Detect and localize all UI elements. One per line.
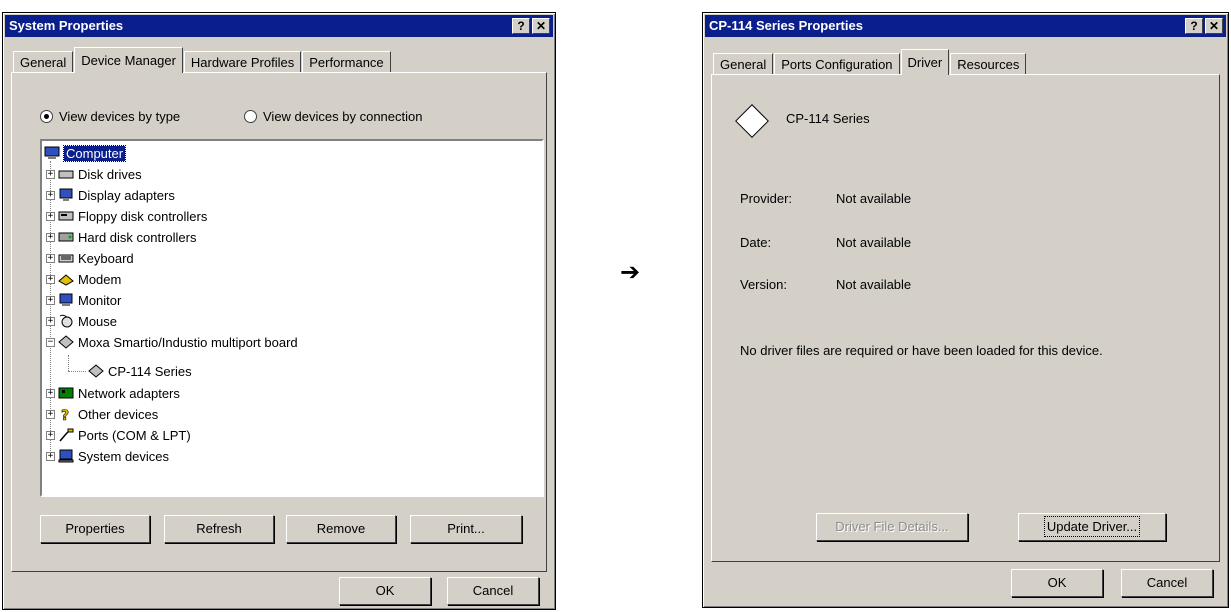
view-by-connection-option[interactable]: View devices by connection [244,109,422,124]
expand-icon[interactable]: + [46,409,55,419]
expand-icon[interactable]: + [46,316,55,326]
expand-icon[interactable]: + [46,253,55,263]
refresh-button[interactable]: Refresh [164,515,274,543]
tree-item-computer[interactable]: Computer [44,143,127,163]
monitor-icon [58,293,74,307]
expand-icon[interactable]: + [46,274,55,284]
expand-icon[interactable]: + [46,211,55,221]
tree-item-modem[interactable]: + Modem [46,269,121,289]
cancel-button[interactable]: Cancel [1121,569,1213,597]
arrow-right-icon: ➔ [620,258,641,286]
collapse-icon[interactable]: − [46,337,55,347]
view-by-type-option[interactable]: View devices by type [40,109,180,124]
port-icon [58,428,74,442]
disk-drive-icon [58,167,74,181]
date-label: Date: [740,235,772,250]
title-bar[interactable]: CP-114 Series Properties ? ✕ [705,15,1226,37]
tab-hardware-profiles[interactable]: Hardware Profiles [183,51,302,73]
cp114-properties-window: CP-114 Series Properties ? ✕ General Por… [702,12,1229,608]
tree-item-ports[interactable]: + Ports (COM & LPT) [46,425,191,445]
tree-item-mouse[interactable]: + Mouse [46,311,117,331]
expand-icon[interactable]: + [46,169,55,179]
expand-icon[interactable]: + [46,388,55,398]
tree-item-keyboard[interactable]: + Keyboard [46,248,134,268]
system-device-icon [58,449,74,463]
tree-item-system-devices[interactable]: + System devices [46,446,169,466]
tree-item-display-adapters[interactable]: + Display adapters [46,185,175,205]
date-value: Not available [836,235,912,250]
tab-general[interactable]: General [713,53,774,75]
cancel-button[interactable]: Cancel [447,577,539,605]
tree-item-floppy-disk-controllers[interactable]: + Floppy disk controllers [46,206,207,226]
device-name: CP-114 Series [786,111,870,126]
tab-resources[interactable]: Resources [950,53,1027,75]
ok-button[interactable]: OK [339,577,431,605]
display-adapter-icon [58,188,74,202]
tab-driver[interactable]: Driver [900,49,950,75]
radio-unselected-icon[interactable] [244,110,257,123]
network-adapter-icon [58,386,74,400]
provider-value: Not available [836,191,912,206]
window-title: CP-114 Series Properties [709,18,863,33]
tab-strip: General Ports Configuration Driver Resou… [713,49,1027,75]
driver-message: No driver files are required or have bee… [740,343,1103,358]
update-driver-button[interactable]: Update Driver... [1018,513,1166,541]
floppy-controller-icon [58,209,74,223]
help-button[interactable]: ? [512,18,530,34]
radio-selected-icon[interactable] [40,110,53,123]
tab-performance[interactable]: Performance [302,51,391,73]
remove-button[interactable]: Remove [286,515,396,543]
close-button[interactable]: ✕ [1205,18,1223,34]
tree-item-hard-disk-controllers[interactable]: + Hard disk controllers [46,227,197,247]
computer-icon [44,146,60,160]
tree-item-monitor[interactable]: + Monitor [46,290,121,310]
tree-item-moxa-board[interactable]: − Moxa Smartio/Industio multiport board [46,332,298,352]
hard-disk-controller-icon [58,230,74,244]
device-diamond-icon [735,104,769,138]
multiport-board-icon [88,364,104,378]
provider-label: Provider: [740,191,793,206]
properties-button[interactable]: Properties [40,515,150,543]
tab-general[interactable]: General [13,51,74,73]
unknown-device-icon: ? [58,407,74,425]
expand-icon[interactable]: + [46,430,55,440]
tree-item-network-adapters[interactable]: + Network adapters [46,383,180,403]
driver-panel: CP-114 Series Provider: Not available Da… [711,74,1220,562]
tree-item-cp-114-series[interactable]: CP-114 Series [88,361,192,381]
title-bar[interactable]: System Properties ? ✕ [5,15,553,37]
multiport-board-icon [58,335,74,349]
device-tree[interactable]: Computer + Disk drives + Display adapter… [40,139,544,497]
keyboard-icon [58,251,74,265]
svg-text:?: ? [61,408,69,421]
version-label: Version: [740,277,787,292]
ok-button[interactable]: OK [1011,569,1103,597]
print-button[interactable]: Print... [410,515,522,543]
help-button[interactable]: ? [1185,18,1203,34]
expand-icon[interactable]: + [46,295,55,305]
device-manager-panel: View devices by type View devices by con… [11,72,547,572]
close-button[interactable]: ✕ [532,18,550,34]
tab-device-manager[interactable]: Device Manager [74,47,183,73]
modem-icon [58,272,74,286]
expand-icon[interactable]: + [46,451,55,461]
tab-strip: General Device Manager Hardware Profiles… [13,47,392,73]
mouse-icon [58,314,74,328]
expand-icon[interactable]: + [46,190,55,200]
tab-ports-configuration[interactable]: Ports Configuration [774,53,900,75]
driver-file-details-button[interactable]: Driver File Details... [816,513,968,541]
version-value: Not available [836,277,912,292]
system-properties-window: System Properties ? ✕ General Device Man… [2,12,556,610]
window-title: System Properties [9,18,124,33]
expand-icon[interactable]: + [46,232,55,242]
tree-item-disk-drives[interactable]: + Disk drives [46,164,142,184]
tree-item-other-devices[interactable]: + ? Other devices [46,404,158,424]
